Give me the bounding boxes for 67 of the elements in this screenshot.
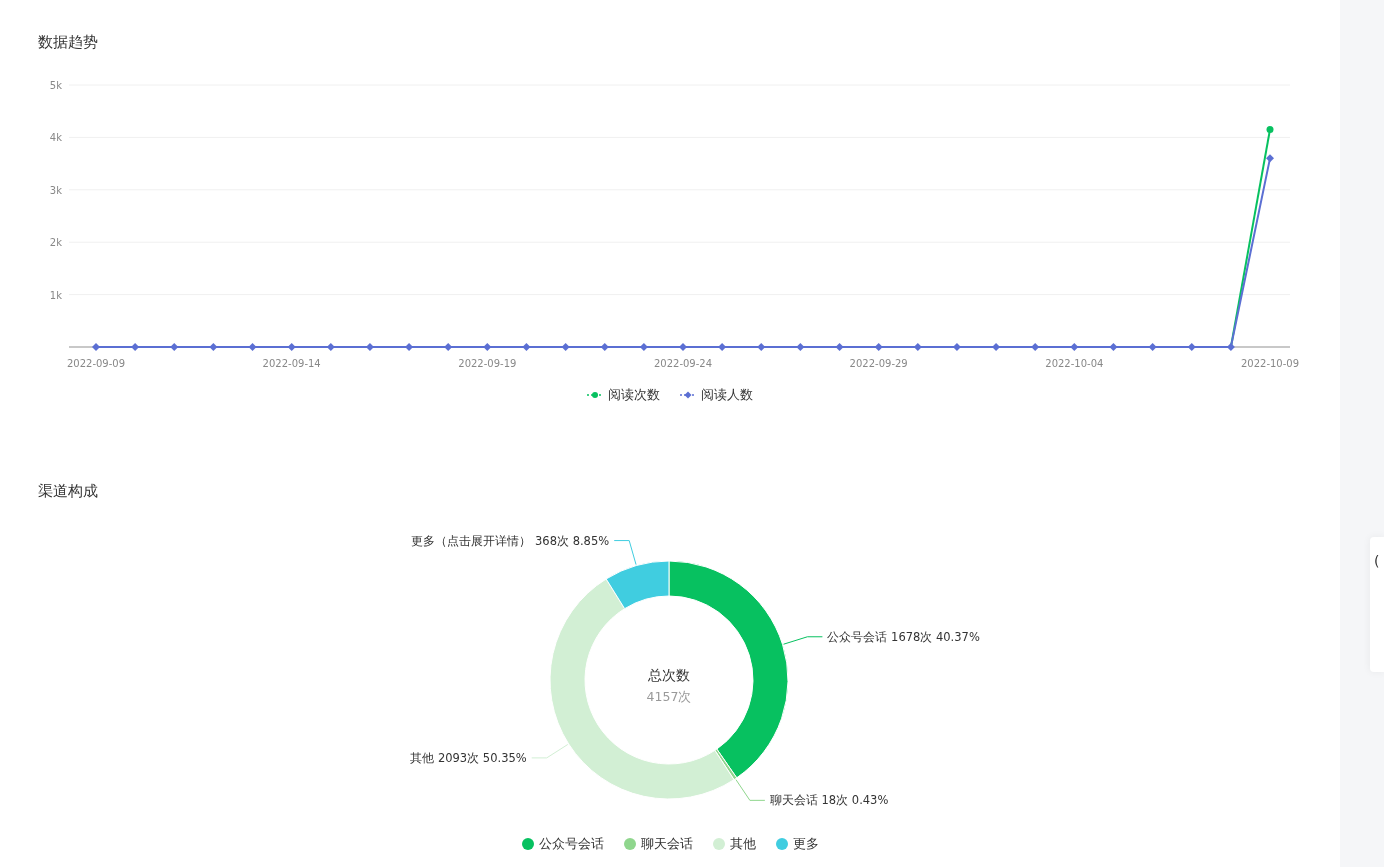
slice-label: 公众号会话 1678次 40.37% [827,629,980,644]
legend-label[interactable]: 更多 [792,834,819,854]
axis-label: 2022-09-19 [458,358,517,369]
axis-label: 4k [49,132,62,144]
data-point [92,343,100,351]
data-point [639,343,648,351]
data-point [992,343,1001,351]
axis-label: 3k [49,184,62,196]
data-point [874,343,883,351]
data-point [796,343,805,351]
center-value: 4157次 [646,689,692,704]
axis-label: 2022-09-24 [653,358,713,369]
data-point [561,343,570,351]
section-title: 数据趋势 [38,32,99,52]
data-point [952,343,961,351]
legend-label[interactable]: 阅读次数 [608,385,660,405]
data-point [600,343,609,351]
data-point [1148,343,1157,351]
data-point [1109,343,1118,351]
data-point [405,343,414,351]
section-title: 渠道构成 [38,481,99,501]
leader-line [531,743,569,759]
data-point [522,343,531,351]
legend-marker-icon [680,391,696,399]
data-point [326,343,335,351]
legend-marker-icon [587,391,603,399]
data-point [287,343,296,351]
data-point [1226,343,1235,351]
card-text: ( [1374,553,1380,569]
data-point [1266,154,1274,163]
data-point [718,343,727,351]
legend-label[interactable]: 阅读人数 [701,385,753,405]
axis-label: 1k [49,289,62,301]
data-point [1031,343,1040,351]
leader-line [735,779,766,801]
legend-label[interactable]: 聊天会话 [640,834,693,854]
axis-label: 2022-09-14 [262,358,321,369]
slice-label: 更多（点击展开详情） 368次 8.85% [411,533,610,548]
axis-label: 2022-10-04 [1045,358,1104,369]
axis-label: 2022-09-29 [849,358,908,369]
data-point [835,343,844,351]
legend-label[interactable]: 其他 [729,834,756,854]
legend-label[interactable]: 公众号会话 [538,834,604,854]
data-point [679,343,687,351]
donut-slice[interactable] [549,578,735,800]
data-point [170,343,179,351]
leader-line [783,636,823,645]
leader-line [613,540,637,566]
axis-label: 2022-09-09 [66,358,126,369]
donut-slice[interactable] [605,560,670,610]
data-point [1187,343,1196,351]
axis-label: 2022-10-09 [1240,358,1300,369]
data-point [1266,126,1274,134]
slice-label: 其他 2093次 50.35% [410,750,527,765]
data-point [444,343,453,351]
axis-label: 5k [49,80,62,91]
data-point [248,343,257,351]
data-point [757,343,766,351]
slice-label: 聊天会话 18次 0.43% [769,793,889,808]
data-point [365,343,374,351]
data-point [209,343,218,351]
data-point [913,343,922,351]
data-point [483,343,492,351]
data-point [1070,343,1079,351]
center-title: 总次数 [648,667,690,683]
axis-label: 2k [49,237,62,249]
data-point [131,343,140,351]
